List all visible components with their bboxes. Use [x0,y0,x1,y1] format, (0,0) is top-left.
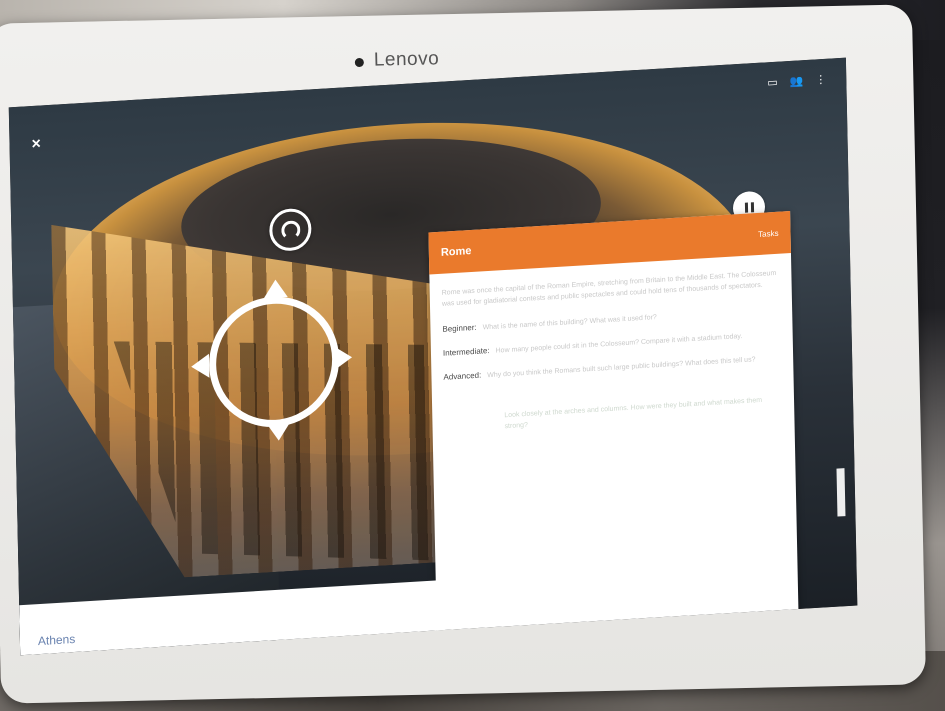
device-brand-logo: Lenovo [373,48,440,71]
close-icon[interactable]: × [31,135,41,154]
info-card: Rome Tasks Rome was once the capital of … [428,211,799,653]
cast-icon[interactable]: ▭ [767,76,778,90]
info-card-body: Rome was once the capital of the Roman E… [429,253,794,436]
front-camera [354,57,364,68]
info-paragraph: Rome was once the capital of the Roman E… [441,269,777,308]
reticle-arrow-down-icon [266,421,291,442]
info-note: Look closely at the arches and columns. … [504,396,763,431]
scrollbar[interactable] [836,468,846,517]
level-text: What is the name of this building? What … [482,314,657,332]
tasks-button[interactable]: Tasks [758,228,779,238]
reticle-arrow-right-icon [333,345,353,371]
reticle-arrow-up-icon [263,278,288,299]
location-athens-link[interactable]: Athens [38,632,76,648]
level-text: How many people could sit in the Colosse… [495,333,743,355]
pause-icon [744,202,748,213]
tablet-device: Lenovo × ▭ 👥 ⋮ Rome Tasks Rome was once … [0,4,927,704]
tablet-screen: × ▭ 👥 ⋮ Rome Tasks Rome was once the cap… [8,57,858,656]
reticle-arrow-left-icon [190,353,210,379]
people-icon[interactable]: 👥 [790,74,804,88]
level-label: Beginner: [442,322,477,334]
level-label: Intermediate: [442,346,490,358]
level-text: Why do you think the Romans built such l… [487,356,756,380]
info-card-title: Rome [440,245,472,259]
more-icon[interactable]: ⋮ [815,73,826,87]
level-label: Advanced: [443,370,482,382]
